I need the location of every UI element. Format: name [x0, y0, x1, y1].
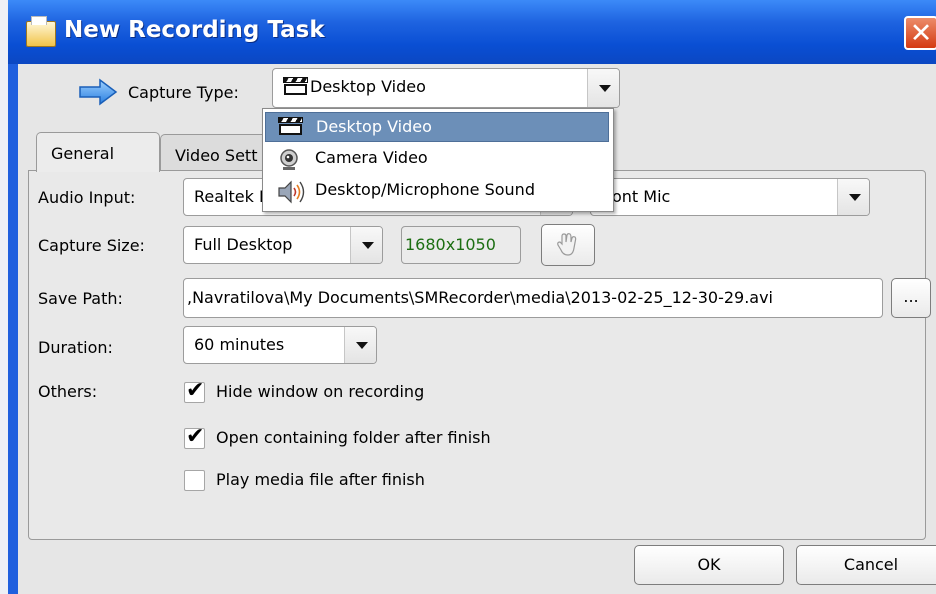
- save-path-input[interactable]: ,Navratilova\My Documents\SMRecorder\med…: [183, 278, 883, 318]
- chevron-down-icon[interactable]: [344, 327, 376, 363]
- chevron-down-icon[interactable]: [350, 227, 382, 263]
- window-title: New Recording Task: [64, 17, 325, 43]
- duration-select[interactable]: 60 minutes: [183, 326, 377, 364]
- pick-region-button[interactable]: [541, 224, 595, 266]
- title-bar[interactable]: New Recording Task ✕: [8, 0, 936, 64]
- dropdown-option-label: Desktop/Microphone Sound: [315, 180, 535, 199]
- tab-general[interactable]: General: [36, 132, 160, 172]
- capture-type-label: Capture Type:: [128, 83, 239, 102]
- dialog-window: New Recording Task ✕ Capture Type: Deskt…: [8, 0, 936, 594]
- cancel-button[interactable]: Cancel: [796, 545, 936, 585]
- open-folder-checkbox[interactable]: ✔: [184, 424, 205, 449]
- capture-type-value: Desktop Video: [310, 77, 426, 96]
- save-path-label: Save Path:: [38, 289, 123, 308]
- checkmark-icon: ✔: [186, 378, 205, 403]
- capture-size-label: Capture Size:: [38, 236, 145, 255]
- play-media-checkbox[interactable]: [184, 470, 205, 491]
- dropdown-option-desktop-video[interactable]: Desktop Video: [265, 112, 609, 142]
- browse-button[interactable]: ...: [891, 278, 931, 318]
- arrow-right-icon: [79, 78, 118, 106]
- microphone-value: ont Mic: [612, 187, 671, 206]
- capture-type-dropdown-list: Desktop Video Camera Video Desktop/Micro…: [262, 108, 614, 212]
- duration-label: Duration:: [38, 338, 113, 357]
- clapperboard-icon: [283, 77, 308, 95]
- audio-device-value: Realtek H: [194, 187, 271, 206]
- desktop-background: [0, 0, 8, 594]
- speaker-icon: [278, 180, 305, 204]
- dropdown-option-sound[interactable]: Desktop/Microphone Sound: [265, 176, 609, 206]
- capture-type-select[interactable]: Desktop Video: [272, 68, 620, 108]
- dropdown-option-label: Camera Video: [315, 148, 428, 167]
- capture-size-value: Full Desktop: [194, 235, 293, 254]
- others-label: Others:: [38, 382, 98, 401]
- ok-button[interactable]: OK: [634, 545, 784, 585]
- hand-pointer-icon: [557, 233, 577, 256]
- app-icon: [26, 16, 56, 47]
- close-button[interactable]: ✕: [904, 16, 936, 50]
- chevron-down-icon[interactable]: [587, 69, 619, 107]
- microphone-select[interactable]: ont Mic: [590, 178, 870, 216]
- clapperboard-icon: [278, 117, 303, 135]
- dropdown-option-camera-video[interactable]: Camera Video: [265, 144, 609, 174]
- capture-size-select[interactable]: Full Desktop: [183, 226, 383, 264]
- hide-window-checkbox[interactable]: ✔: [184, 378, 205, 403]
- webcam-icon: [280, 149, 298, 170]
- save-path-value: ,Navratilova\My Documents\SMRecorder\med…: [187, 288, 773, 307]
- play-media-label[interactable]: Play media file after finish: [216, 470, 425, 489]
- duration-value: 60 minutes: [194, 335, 285, 354]
- checkmark-icon: ✔: [186, 424, 205, 449]
- tab-video-settings-label: Video Sett: [175, 146, 258, 165]
- hide-window-label[interactable]: Hide window on recording: [216, 382, 424, 401]
- resolution-display: 1680x1050: [401, 226, 521, 264]
- chevron-down-icon[interactable]: [837, 179, 869, 215]
- open-folder-label[interactable]: Open containing folder after finish: [216, 428, 491, 447]
- dropdown-option-label: Desktop Video: [316, 117, 432, 136]
- tab-general-label: General: [51, 144, 115, 163]
- audio-input-label: Audio Input:: [38, 188, 136, 207]
